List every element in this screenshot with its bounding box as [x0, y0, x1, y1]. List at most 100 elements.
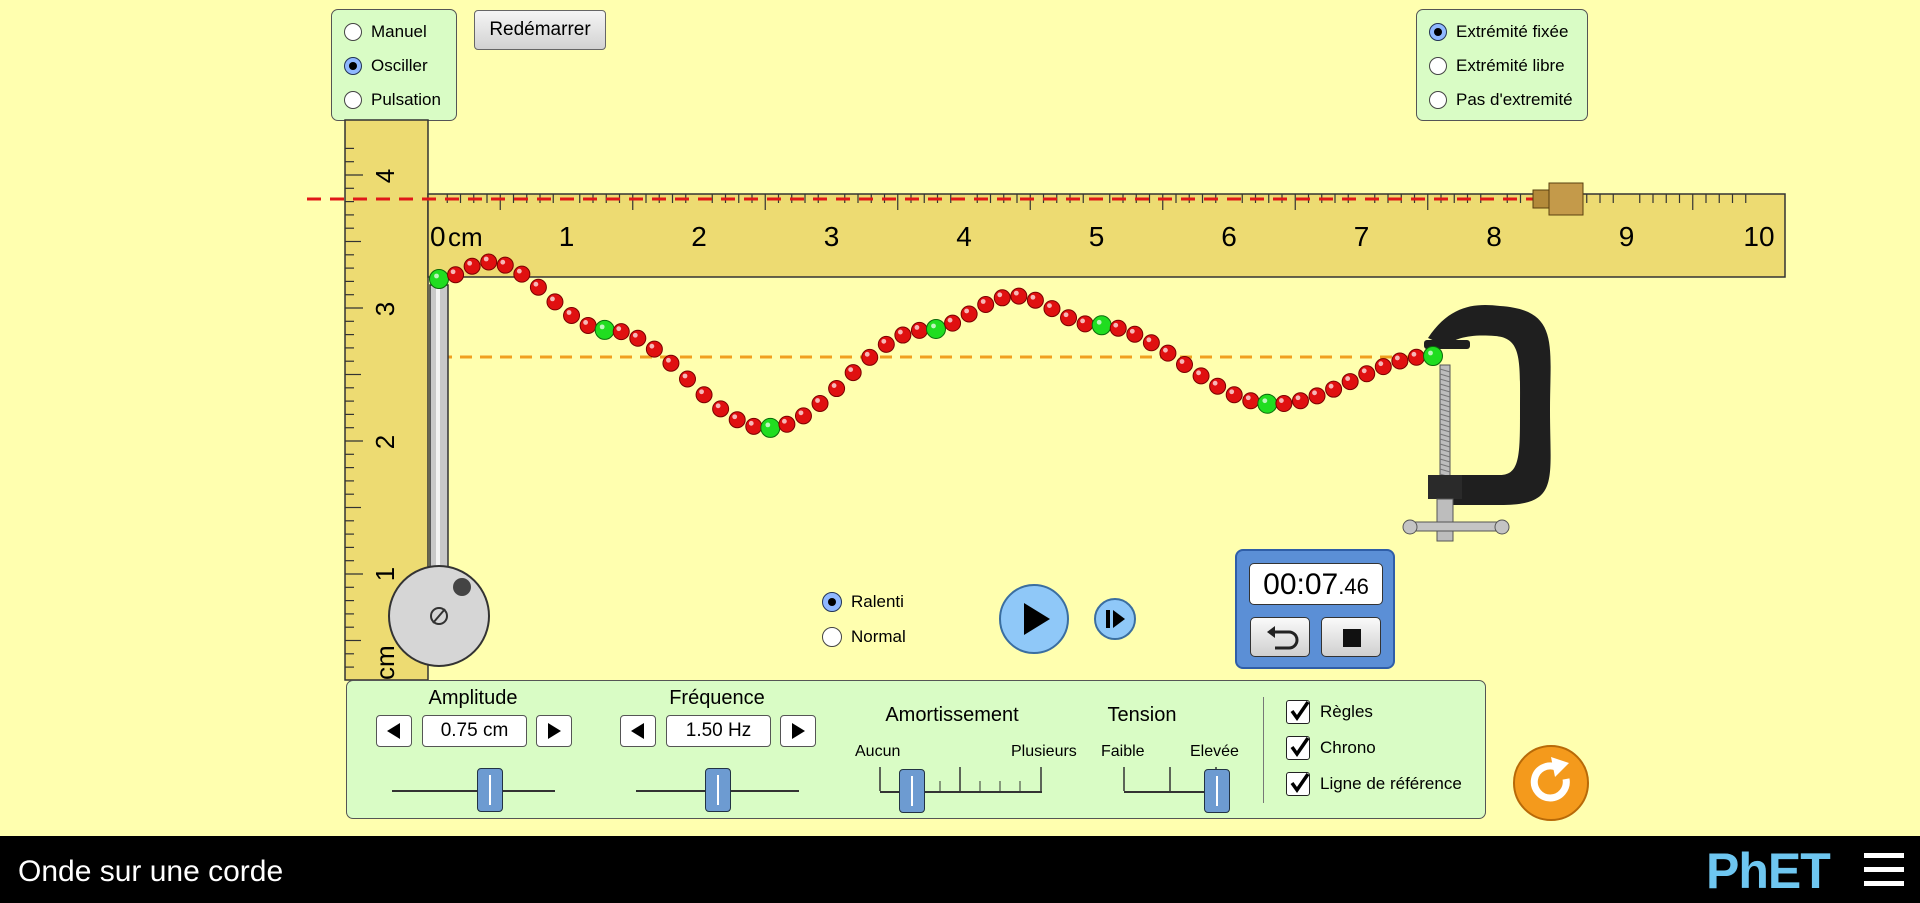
stop-icon	[1343, 629, 1361, 647]
string-bead	[828, 380, 846, 398]
horizontal-ruler-label: 4	[956, 221, 972, 252]
amplitude-slider-thumb[interactable]	[476, 768, 503, 812]
string-bead	[1242, 392, 1260, 410]
arrow-right-icon	[548, 723, 561, 739]
horizontal-ruler-unit: cm	[448, 222, 483, 252]
string-bead	[662, 354, 680, 372]
string-bead	[944, 314, 962, 332]
stopwatch[interactable]: 00:07.46	[1235, 549, 1395, 669]
marked-bead	[594, 319, 615, 340]
string-bead	[861, 348, 879, 366]
string-beads[interactable]	[429, 253, 1443, 438]
speed-slow-radio[interactable]: Ralenti	[822, 592, 904, 612]
string-bead	[1109, 319, 1127, 337]
string-bead	[1176, 356, 1193, 373]
tension-min-label: Faible	[1101, 743, 1145, 760]
string-bead	[910, 321, 928, 339]
control-panel: Amplitude 0.75 cm Fréquence 1.50 Hz Amor…	[346, 680, 1486, 819]
string-bead	[1126, 325, 1144, 343]
play-button[interactable]	[998, 583, 1070, 655]
string-bead	[1341, 373, 1359, 391]
damping-min-label: Aucun	[855, 743, 901, 760]
vertical-ruler-label-3: 3	[370, 302, 400, 316]
speed-slow-indicator	[822, 592, 842, 612]
string-bead	[877, 335, 895, 353]
reset-all-button[interactable]	[1511, 743, 1591, 823]
tension-slider-thumb[interactable]	[1204, 769, 1230, 813]
rulers-checkbox[interactable]: Règles	[1286, 700, 1373, 724]
horizontal-ruler-label: 8	[1486, 221, 1502, 252]
horizontal-ruler-label: 6	[1221, 221, 1237, 252]
string-bead	[1225, 386, 1243, 404]
string-bead	[447, 266, 465, 284]
string-bead	[1209, 377, 1227, 395]
string-bead	[1275, 395, 1293, 413]
check-icon	[1286, 700, 1310, 724]
string-bead	[811, 395, 829, 412]
string-bead	[579, 316, 597, 334]
horizontal-ruler-label: 0	[430, 221, 446, 252]
damping-max-label: Plusieurs	[1011, 743, 1077, 760]
horizontal-ruler-label: 1	[559, 221, 575, 252]
amplitude-title: Amplitude	[428, 687, 518, 709]
stopwatch-time: 00:07	[1263, 568, 1339, 601]
stopwatch-reset-button[interactable]	[1250, 617, 1310, 657]
string-bead	[1043, 300, 1061, 318]
footer-bar: Onde sur une corde PhET	[0, 836, 1920, 903]
undo-icon	[1267, 626, 1299, 650]
marked-bead	[926, 318, 946, 339]
string-bead	[645, 340, 663, 358]
vertical-ruler-unit: cm	[370, 645, 400, 680]
menu-icon[interactable]	[1862, 850, 1906, 890]
arrow-right-icon	[792, 723, 805, 739]
string-bead	[1374, 358, 1392, 376]
string-bead	[1060, 309, 1078, 327]
string-bead	[679, 370, 696, 388]
string-bead	[1026, 291, 1044, 309]
horizontal-ruler-label: 3	[824, 221, 840, 252]
marked-bead	[1257, 393, 1278, 414]
stopwatch-stop-button[interactable]	[1321, 617, 1381, 657]
horizontal-ruler-label: 7	[1354, 221, 1370, 252]
clamp-icon	[1402, 305, 1551, 542]
string-bead	[1291, 392, 1309, 410]
tension-max-label: Elevée	[1190, 743, 1239, 760]
check-icon	[1286, 736, 1310, 760]
damping-slider-thumb[interactable]	[899, 769, 926, 813]
amplitude-value: 0.75 cm	[422, 715, 527, 747]
step-button[interactable]	[1093, 597, 1137, 641]
amplitude-decrease-button[interactable]	[376, 715, 412, 747]
marked-bead	[429, 269, 449, 289]
arrow-left-icon	[631, 723, 644, 739]
string-bead	[1358, 365, 1376, 383]
amplitude-increase-button[interactable]	[536, 715, 572, 747]
string-bead	[529, 278, 547, 296]
vertical-ruler-label-1: 1	[370, 567, 400, 581]
string-bead	[778, 415, 796, 433]
string-bead	[712, 400, 730, 418]
frequency-increase-button[interactable]	[780, 715, 816, 747]
string-bead	[728, 411, 746, 429]
marked-bead	[1423, 346, 1443, 366]
stopwatch-display: 00:07.46	[1249, 563, 1383, 605]
stopwatch-fraction: .46	[1338, 574, 1369, 599]
string-bead	[977, 296, 995, 313]
amplitude-slider-track[interactable]	[392, 790, 555, 792]
simulation-area: 1 2 3 4 cm 0 1 2 3 4 5 6 7 8 9 10 cm	[307, 119, 1786, 681]
string-bead	[1391, 352, 1409, 370]
string-bead	[1159, 344, 1177, 362]
string-bead	[894, 326, 912, 344]
damping-title: Amortissement	[885, 704, 1019, 726]
phet-logo[interactable]: PhET	[1706, 842, 1831, 900]
speed-normal-radio[interactable]: Normal	[822, 627, 906, 647]
reference-line-checkbox[interactable]: Ligne de référence	[1286, 772, 1462, 796]
frequency-title: Fréquence	[669, 687, 765, 709]
vertical-ruler-label-4: 4	[370, 169, 400, 183]
string-bead	[1407, 348, 1425, 366]
timer-checkbox[interactable]: Chrono	[1286, 736, 1376, 760]
frequency-slider-thumb[interactable]	[704, 768, 731, 812]
string-bead	[629, 329, 647, 347]
frequency-decrease-button[interactable]	[620, 715, 656, 747]
string-bead	[745, 417, 763, 435]
string-bead	[794, 407, 812, 425]
